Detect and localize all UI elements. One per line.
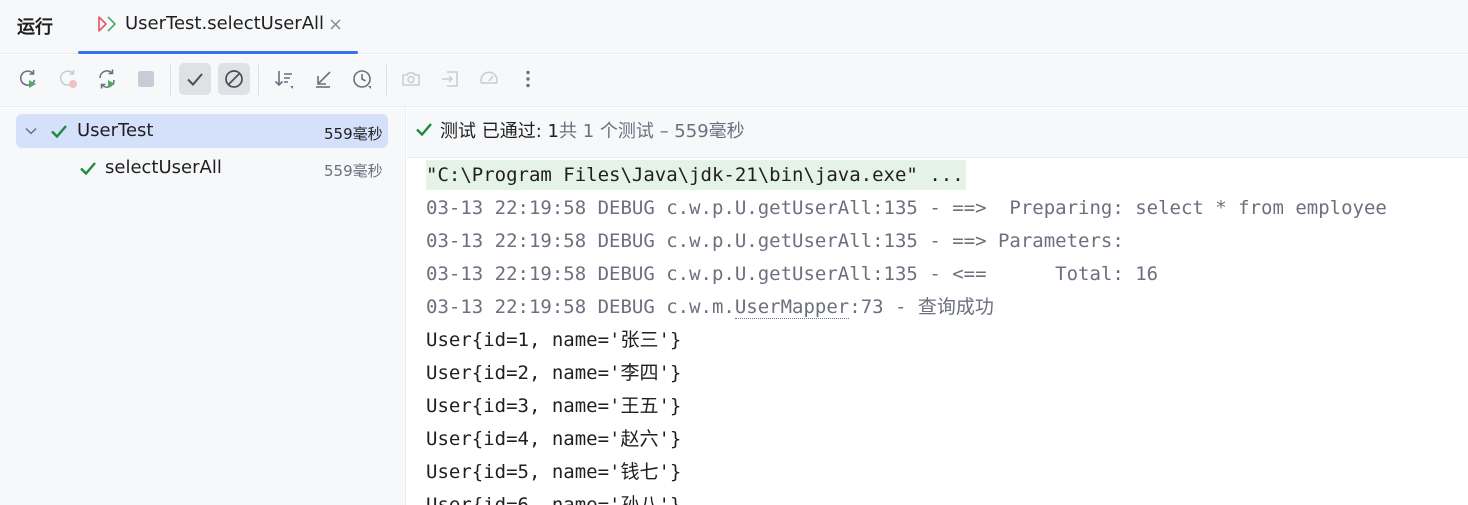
toolbar-separator bbox=[258, 65, 259, 95]
more-icon bbox=[526, 70, 530, 88]
stop-icon bbox=[138, 71, 154, 87]
toolbar-separator bbox=[170, 65, 171, 95]
import-button[interactable] bbox=[434, 63, 466, 95]
tab-usertest-selectuserall[interactable]: UserTest.selectUserAll × bbox=[78, 0, 358, 54]
history-icon bbox=[353, 70, 371, 89]
rerun-failed-button[interactable] bbox=[52, 63, 84, 95]
test-tree: UserTest 559毫秒 selectUserAll 559毫秒 bbox=[0, 108, 406, 505]
console-output-line: User{id=4, name='赵六'} bbox=[426, 428, 682, 450]
screenshot-button[interactable] bbox=[395, 63, 427, 95]
run-window-title: 运行 bbox=[17, 17, 53, 38]
chevron-down-icon[interactable] bbox=[24, 124, 38, 138]
log-suffix: :73 - 查询成功 bbox=[849, 296, 994, 318]
tree-item-selectuserall[interactable]: selectUserAll 559毫秒 bbox=[16, 151, 388, 185]
console-command-line: "C:\Program Files\Java\jdk-21\bin\java.e… bbox=[426, 160, 966, 190]
coverage-icon bbox=[480, 71, 498, 84]
run-toolbar bbox=[0, 55, 1468, 107]
console-log-line: 03-13 22:19:58 DEBUG c.w.p.U.getUserAll:… bbox=[426, 230, 1136, 252]
toggle-auto-test-icon bbox=[99, 69, 115, 89]
rerun-failed-icon bbox=[59, 70, 77, 88]
console-output-line: User{id=5, name='钱七'} bbox=[426, 461, 682, 483]
tab-label: UserTest.selectUserAll bbox=[125, 13, 325, 34]
stop-button[interactable] bbox=[130, 63, 162, 95]
console-log-line: 03-13 22:19:58 DEBUG c.w.m.UserMapper:73… bbox=[426, 292, 994, 322]
test-passed-icon bbox=[416, 123, 432, 137]
test-passed-icon bbox=[51, 125, 67, 139]
more-options-button[interactable] bbox=[512, 63, 544, 95]
test-run-icon bbox=[98, 16, 116, 32]
history-button[interactable] bbox=[346, 63, 378, 95]
show-ignored-button[interactable] bbox=[218, 63, 250, 95]
console-output-line: User{id=6, name='孙八'} bbox=[426, 494, 682, 505]
sort-icon bbox=[274, 71, 293, 89]
collapse-button[interactable] bbox=[307, 63, 339, 95]
coverage-button[interactable] bbox=[473, 63, 505, 95]
tree-item-duration: 559毫秒 bbox=[324, 162, 383, 180]
run-tool-window-header: 运行 UserTest.selectUserAll × bbox=[0, 0, 1468, 54]
console-log-line: 03-13 22:19:58 DEBUG c.w.p.U.getUserAll:… bbox=[426, 263, 1159, 285]
show-passed-button[interactable] bbox=[179, 63, 211, 95]
console-panel: 测试 已通过: 1共 1 个测试 – 559毫秒 "C:\Program Fil… bbox=[407, 108, 1468, 505]
toolbar-separator bbox=[386, 65, 387, 95]
tree-item-label: selectUserAll bbox=[105, 157, 222, 178]
console-output-line: User{id=2, name='李四'} bbox=[426, 362, 682, 384]
checkmark-icon bbox=[187, 73, 203, 86]
rerun-icon bbox=[19, 70, 36, 88]
tree-item-duration: 559毫秒 bbox=[324, 125, 383, 143]
rerun-button[interactable] bbox=[12, 63, 44, 95]
console-output-line: User{id=1, name='张三'} bbox=[426, 329, 682, 351]
status-detail-text: 共 1 个测试 – 559毫秒 bbox=[558, 121, 745, 142]
ignored-icon bbox=[225, 70, 243, 88]
close-icon[interactable]: × bbox=[328, 15, 343, 35]
collapse-icon bbox=[316, 71, 331, 88]
toggle-auto-test-button[interactable] bbox=[91, 63, 123, 95]
test-status-bar: 测试 已通过: 1共 1 个测试 – 559毫秒 bbox=[407, 108, 1468, 158]
active-tab-indicator bbox=[78, 51, 358, 54]
console-log-line: 03-13 22:19:58 DEBUG c.w.p.U.getUserAll:… bbox=[426, 197, 1387, 219]
sort-button[interactable] bbox=[268, 63, 300, 95]
status-passed-text: 测试 已通过: 1 bbox=[440, 121, 559, 142]
test-status-summary: 测试 已通过: 1共 1 个测试 – 559毫秒 bbox=[440, 117, 745, 143]
import-icon bbox=[442, 71, 458, 87]
tree-item-usertest[interactable]: UserTest 559毫秒 bbox=[16, 114, 388, 148]
log-prefix: 03-13 22:19:58 DEBUG c.w.m. bbox=[426, 296, 735, 318]
camera-icon bbox=[402, 72, 420, 86]
class-link[interactable]: UserMapper bbox=[734, 296, 850, 319]
test-passed-icon bbox=[80, 162, 96, 176]
tree-item-label: UserTest bbox=[77, 120, 154, 141]
console-output-line: User{id=3, name='王五'} bbox=[426, 395, 682, 417]
